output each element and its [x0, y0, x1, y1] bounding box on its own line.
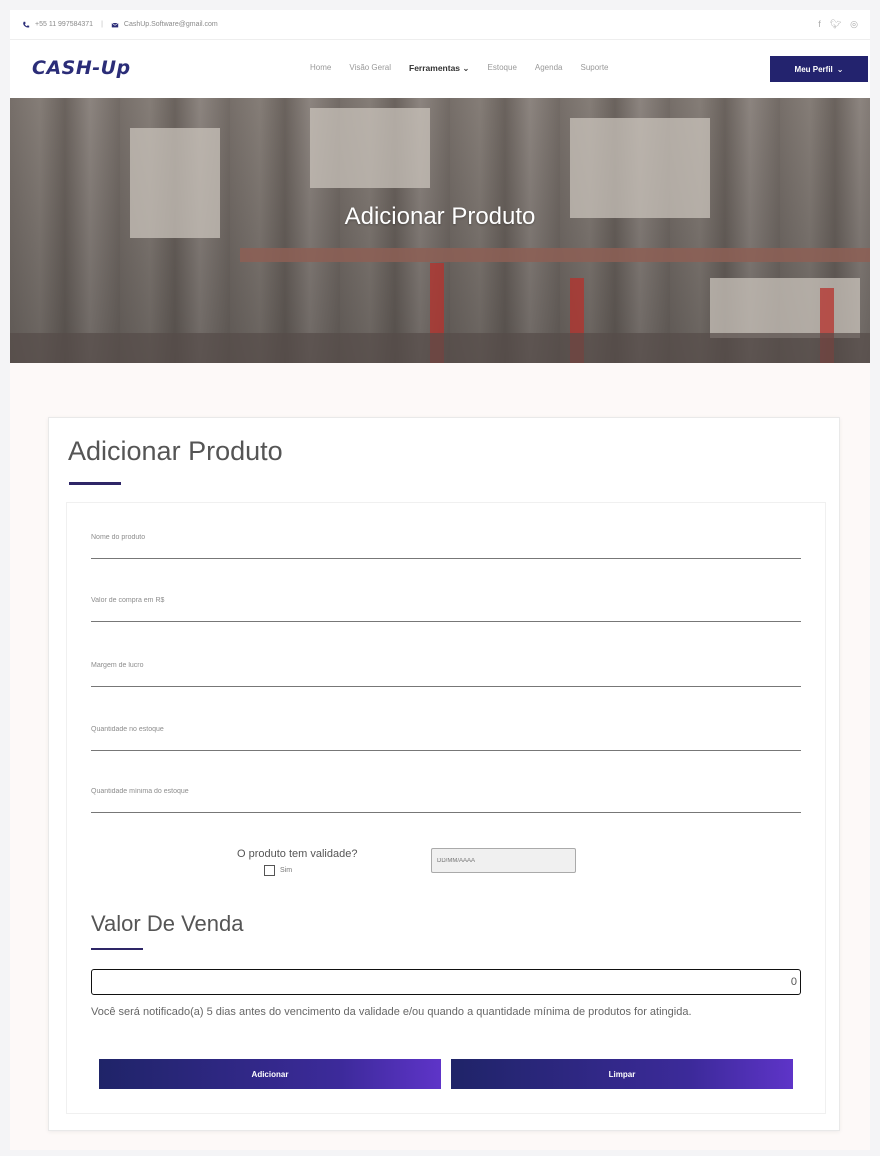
hero-title: Adicionar Produto [344, 203, 536, 230]
add-product-form: O produto tem validade? Sim Valor De Ven… [66, 502, 826, 1114]
purchase-value-field [91, 580, 801, 622]
profit-margin-field [91, 645, 801, 687]
min-stock-field [91, 771, 801, 813]
chevron-down-icon: ⌄ [462, 63, 470, 73]
phone-number: +55 11 997584371 [35, 21, 94, 28]
hero-box [710, 278, 860, 338]
clear-button[interactable]: Limpar [451, 1059, 793, 1089]
nav-link-ferramentas[interactable]: Ferramentas ⌄ [409, 63, 470, 74]
instagram-icon[interactable]: ◎ [850, 19, 858, 30]
purchase-value-input[interactable] [91, 580, 801, 621]
min-stock-input[interactable] [91, 771, 801, 812]
profile-button-label: Meu Perfil [794, 64, 833, 74]
product-name-input[interactable] [91, 517, 801, 558]
card-title: Adicionar Produto [68, 436, 283, 466]
add-button[interactable]: Adicionar [99, 1059, 441, 1089]
validity-date-input[interactable] [431, 848, 576, 873]
sale-value-title: Valor De Venda [91, 911, 244, 936]
phone-icon [23, 21, 30, 28]
hero-floor [10, 333, 870, 363]
twitter-icon[interactable]: 🐦︎ [830, 19, 841, 30]
profile-menu-button[interactable]: Meu Perfil ⌄ [770, 56, 868, 82]
nav-link-estoque[interactable]: Estoque [488, 63, 517, 74]
brand-logo[interactable]: CASH-Up [32, 57, 131, 79]
nav-link-visao-geral[interactable]: Visão Geral [349, 63, 391, 74]
email-address[interactable]: CashUp.Software@gmail.com [124, 21, 218, 28]
mail-icon [111, 22, 119, 27]
title-underline [69, 482, 121, 485]
contact-info: +55 11 997584371 | CashUp.Software@gmail… [22, 21, 218, 29]
hero-shelf [240, 248, 870, 262]
validity-checkbox[interactable] [264, 865, 275, 876]
profit-margin-input[interactable] [91, 645, 801, 686]
nav-link-suporte[interactable]: Suporte [580, 63, 608, 74]
page-frame: +55 11 997584371 | CashUp.Software@gmail… [10, 10, 870, 1150]
facebook-icon[interactable]: f [818, 19, 821, 30]
product-name-field [91, 517, 801, 559]
add-product-card: Adicionar Produto O produto tem validade… [48, 417, 840, 1131]
validity-checkbox-label: Sim [280, 867, 293, 874]
chevron-down-icon: ⌄ [836, 64, 844, 74]
nav-link-home[interactable]: Home [310, 63, 331, 74]
hero-banner: Adicionar Produto [10, 98, 870, 363]
main-navbar: CASH-Up Home Visão Geral Ferramentas ⌄ E… [10, 40, 870, 98]
nav-link-agenda[interactable]: Agenda [535, 63, 563, 74]
hero-box [310, 108, 430, 188]
stock-quantity-input[interactable] [91, 709, 801, 750]
validity-checkbox-group: Sim [264, 865, 292, 876]
top-contact-bar: +55 11 997584371 | CashUp.Software@gmail… [10, 10, 870, 40]
nav-links: Home Visão Geral Ferramentas ⌄ Estoque A… [310, 63, 609, 74]
sale-title-underline [91, 948, 143, 950]
nav-link-ferramentas-label: Ferramentas [409, 63, 461, 73]
social-links: f 🐦︎ ◎ [818, 19, 858, 30]
sale-value-input[interactable] [91, 969, 801, 995]
notification-notice: Você será notificado(a) 5 dias antes do … [91, 1006, 692, 1018]
stock-quantity-field [91, 709, 801, 751]
validity-question: O produto tem validade? [237, 848, 358, 860]
